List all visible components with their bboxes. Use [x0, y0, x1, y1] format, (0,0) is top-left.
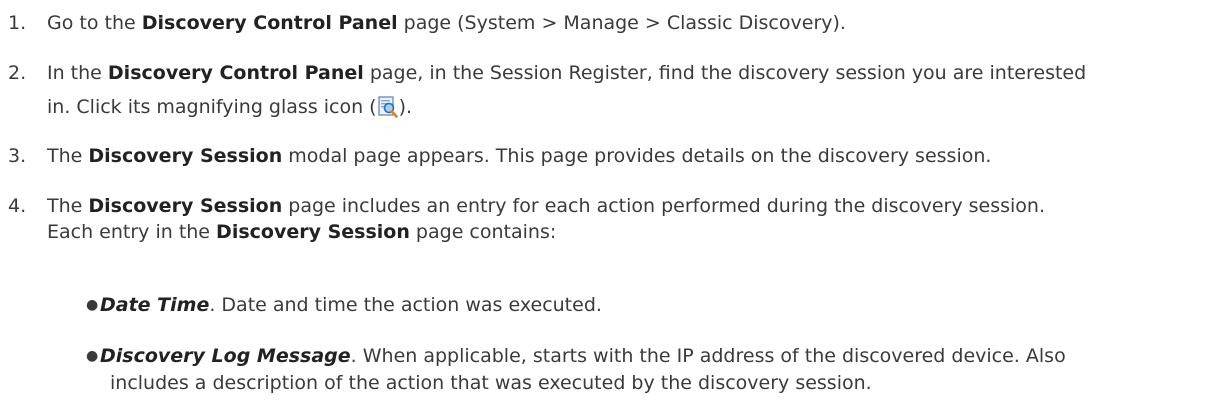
- step-text-post: page includes an entry for each action p…: [282, 195, 1046, 217]
- bullet-item-date-time: ● Date Time. Date and time the action wa…: [86, 292, 602, 318]
- step-text-line2: in. Click its magnifying glass icon ( ).: [47, 94, 412, 120]
- bullet-continuation: includes a description of the action tha…: [110, 372, 872, 394]
- page-name-bold: Discovery Session: [88, 195, 283, 217]
- bullet-item-discovery-log-message: ● Discovery Log Message. When applicable…: [86, 343, 1066, 369]
- magnifying-glass-document-icon: [378, 96, 398, 118]
- page-name-bold: Discovery Session: [216, 221, 410, 243]
- step-2: 2. In the Discovery Control Panel page, …: [0, 60, 1210, 120]
- page-name-bold: Discovery Control Panel: [141, 12, 398, 34]
- step-text-line2-pre: Each entry in the: [47, 221, 217, 243]
- bullet-text: . Date and time the action was executed.: [209, 294, 602, 316]
- step-text-post: modal page appears. This page provides d…: [282, 145, 992, 167]
- step-number: 3.: [8, 145, 27, 167]
- bullet-icon: ●: [86, 297, 99, 313]
- step-number: 1.: [8, 12, 27, 34]
- step-4: 4. The Discovery Session page includes a…: [0, 193, 1210, 249]
- step-text-post: page (System > Manage > Classic Discover…: [397, 12, 846, 34]
- step-text: The Discovery Session page includes an e…: [47, 193, 1045, 219]
- page-name-bold: Discovery Session: [88, 145, 283, 167]
- step-text-pre: In the: [47, 62, 108, 84]
- step-text-line2: Each entry in the Discovery Session page…: [47, 219, 556, 245]
- bullet-term: Discovery Log Message: [100, 345, 351, 367]
- bullet-term: Date Time: [100, 294, 210, 316]
- bullet-icon: ●: [86, 348, 99, 364]
- step-text-line2-pre: in. Click its magnifying glass icon (: [47, 96, 377, 118]
- step-text-line2-post: ).: [398, 96, 413, 118]
- step-text: The Discovery Session modal page appears…: [47, 143, 991, 169]
- step-text: In the Discovery Control Panel page, in …: [47, 60, 1086, 86]
- step-text: Go to the Discovery Control Panel page (…: [47, 10, 846, 36]
- step-number: 4.: [8, 195, 27, 217]
- document: 1. Go to the Discovery Control Panel pag…: [0, 0, 1214, 415]
- step-number: 2.: [8, 62, 27, 84]
- step-text-pre: The: [47, 195, 89, 217]
- step-text-post: page, in the Session Register, find the …: [363, 62, 1087, 84]
- step-text-line2-post: page contains:: [409, 221, 557, 243]
- page-name-bold: Discovery Control Panel: [107, 62, 364, 84]
- bullet-text: . When applicable, starts with the IP ad…: [350, 345, 1066, 367]
- step-text-pre: The: [47, 145, 89, 167]
- step-text-pre: Go to the: [47, 12, 142, 34]
